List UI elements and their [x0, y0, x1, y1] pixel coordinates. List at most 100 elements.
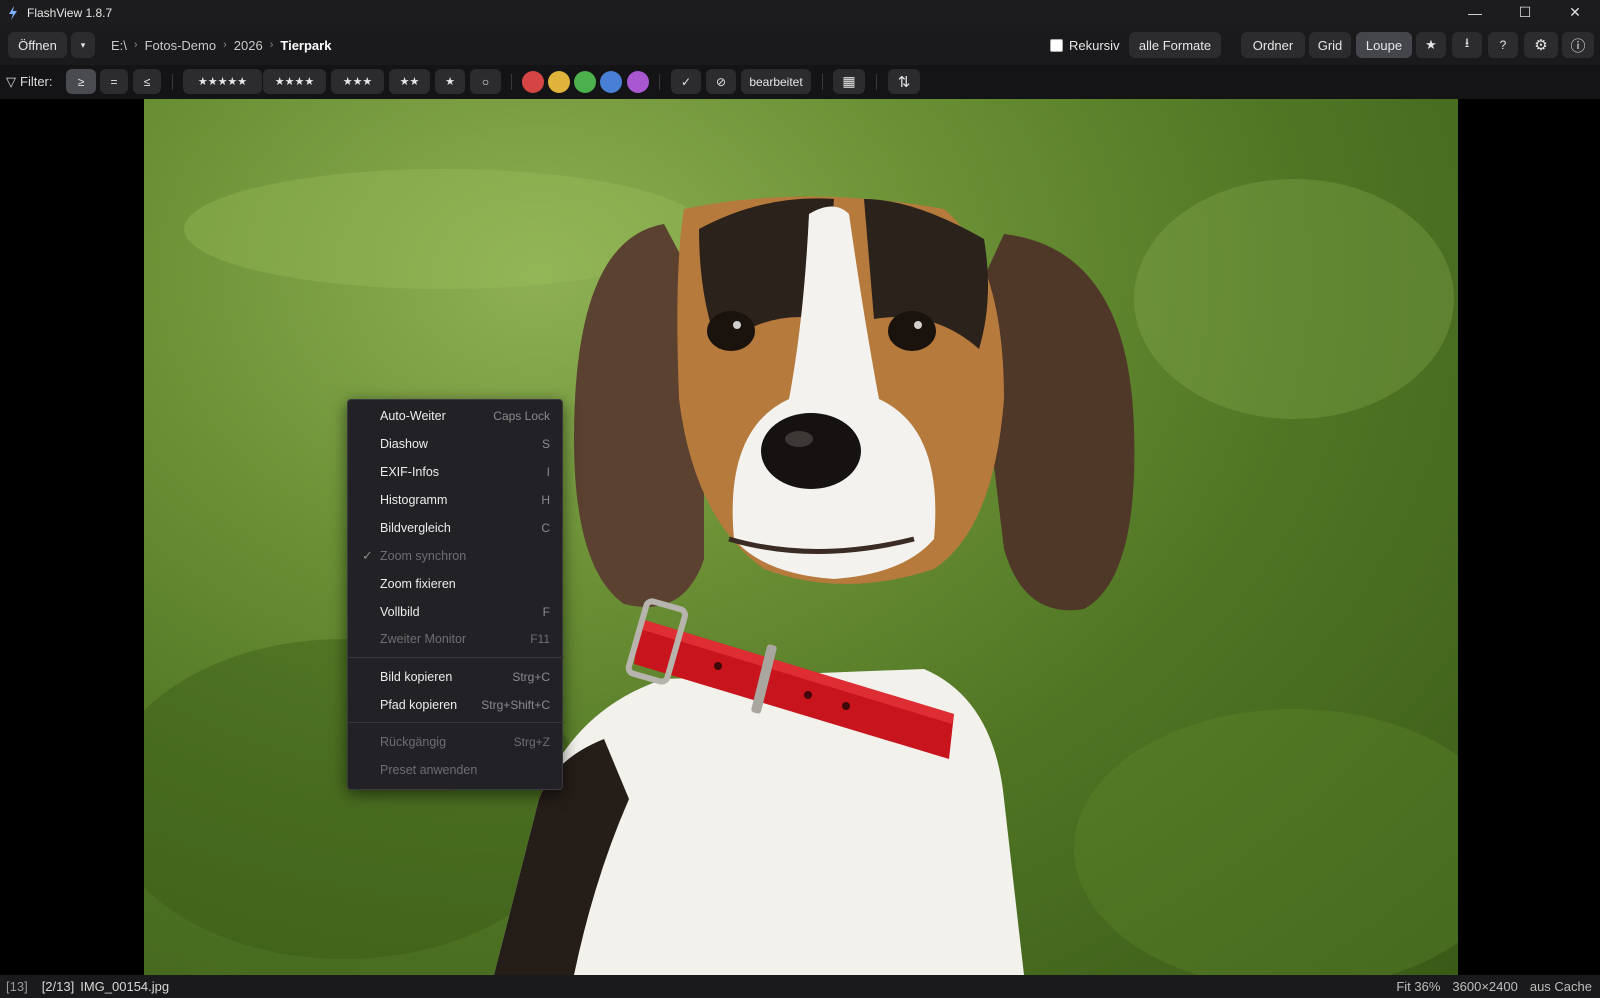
filter-label-text: Filter: — [20, 74, 53, 89]
menu-item-diashow[interactable]: Diashow S — [348, 430, 564, 458]
menu-item-shortcut: H — [541, 493, 550, 507]
menu-item-label: Zweiter Monitor — [380, 632, 467, 646]
breadcrumb-item-current[interactable]: Tierpark — [280, 38, 331, 53]
menu-item-bildvergleich[interactable]: Bildvergleich C — [348, 514, 564, 542]
color-label-red[interactable] — [522, 71, 544, 93]
divider — [172, 74, 173, 90]
filter-1-star-button[interactable]: ★ — [435, 69, 465, 94]
breadcrumb-item-fotos-demo[interactable]: Fotos-Demo — [145, 38, 217, 53]
zoom-level: Fit 36% — [1396, 979, 1441, 994]
cache-status: aus Cache — [1529, 979, 1592, 994]
help-icon[interactable]: ? — [1488, 32, 1518, 58]
menu-item-shortcut: Strg+Z — [513, 735, 550, 749]
menu-item-zoom-fixieren[interactable]: Zoom fixieren — [348, 570, 564, 598]
filter-3-stars-button[interactable]: ★★★ — [331, 69, 384, 94]
window-title: FlashView 1.8.7 — [27, 5, 113, 20]
menu-item-shortcut: S — [541, 437, 550, 451]
file-name: IMG_00154.jpg — [80, 979, 170, 994]
menu-item-pfad-kopieren[interactable]: Pfad kopieren Strg+Shift+C — [348, 691, 564, 719]
checkmark-icon: ✓ — [362, 548, 373, 563]
menu-item-label: Rückgängig — [380, 735, 447, 749]
color-label-purple[interactable] — [627, 71, 649, 93]
filter-bar: ▽ Filter: ≥ = ≤ ★★★★★ ★★★★ ★★★ ★★ ★ ○ ✓ … — [0, 65, 1600, 99]
context-menu: Auto-Weiter Caps Lock Diashow S EXIF-Inf… — [347, 399, 564, 790]
menu-item-shortcut: Caps Lock — [493, 409, 550, 423]
menu-item-label: EXIF-Infos — [380, 465, 440, 479]
filter-2-stars-button[interactable]: ★★ — [389, 69, 430, 94]
color-label-yellow[interactable] — [548, 71, 570, 93]
calendar-icon[interactable]: ▦ — [833, 69, 865, 94]
breadcrumb-separator-icon: › — [269, 39, 274, 51]
color-label-blue[interactable] — [600, 71, 622, 93]
divider — [822, 74, 823, 90]
open-dropdown-button[interactable]: ▾ — [71, 32, 95, 58]
menu-item-bild-kopieren[interactable]: Bild kopieren Strg+C — [348, 663, 564, 691]
open-button[interactable]: Öffnen — [8, 32, 67, 58]
filter-unrated-button[interactable]: ○ — [470, 69, 501, 94]
divider — [659, 74, 660, 90]
minimize-button[interactable]: — — [1450, 0, 1500, 25]
breadcrumb-separator-icon: › — [133, 39, 138, 51]
recursive-checkbox[interactable] — [1050, 38, 1063, 52]
menu-item-rueckgaengig[interactable]: Rückgängig Strg+Z — [348, 728, 564, 756]
close-button[interactable]: ✕ — [1550, 0, 1600, 25]
image-viewer[interactable]: Auto-Weiter Caps Lock Diashow S EXIF-Inf… — [0, 99, 1600, 975]
breadcrumb-separator-icon: › — [223, 39, 227, 51]
view-grid-button[interactable]: Grid — [1309, 32, 1351, 58]
menu-separator — [348, 722, 564, 723]
menu-item-exif-infos[interactable]: EXIF-Infos I — [348, 458, 564, 486]
image-position: [2/13] — [41, 979, 75, 994]
menu-item-vollbild[interactable]: Vollbild F — [348, 598, 564, 626]
filter-compare-eq-button[interactable]: = — [100, 69, 128, 94]
photo-beagle[interactable] — [144, 99, 1458, 975]
menu-item-label: Pfad kopieren — [380, 698, 458, 712]
download-icon[interactable]: ⭳ — [1452, 32, 1482, 58]
menu-item-shortcut: F — [542, 605, 550, 619]
formats-button[interactable]: alle Formate — [1129, 32, 1221, 58]
recursive-toggle[interactable]: Rekursiv — [1050, 32, 1120, 58]
breadcrumb-item-2026[interactable]: 2026 — [234, 38, 263, 53]
edited-filter-button[interactable]: bearbeitet — [741, 69, 811, 94]
total-count: [13] — [6, 979, 28, 994]
color-label-green[interactable] — [574, 71, 596, 93]
menu-item-shortcut: Strg+Shift+C — [481, 698, 550, 712]
breadcrumb: E:\ › Fotos-Demo › 2026 › Tierpark — [111, 32, 331, 58]
breadcrumb-item-drive[interactable]: E:\ — [111, 38, 127, 53]
divider — [511, 74, 512, 90]
status-bar: [13] [2/13] IMG_00154.jpg Fit 36% 3600×2… — [0, 975, 1600, 998]
menu-separator — [348, 657, 564, 658]
menu-item-zoom-synchron[interactable]: ✓ Zoom synchron — [348, 542, 564, 570]
menu-item-label: Zoom fixieren — [380, 577, 456, 591]
filter-5-stars-button[interactable]: ★★★★★ — [183, 69, 262, 94]
menu-item-label: Histogramm — [380, 493, 448, 507]
info-panel-icon[interactable]: ⓘ — [1562, 32, 1594, 58]
menu-item-label: Vollbild — [380, 605, 420, 619]
menu-item-auto-weiter[interactable]: Auto-Weiter Caps Lock — [348, 402, 564, 430]
maximize-button[interactable]: ☐ — [1500, 0, 1550, 25]
image-dimensions: 3600×2400 — [1452, 979, 1518, 994]
app-logo-icon — [7, 5, 19, 20]
star-icon[interactable]: ★ — [1416, 32, 1446, 58]
main-toolbar: Öffnen ▾ E:\ › Fotos-Demo › 2026 › Tierp… — [0, 25, 1600, 65]
menu-item-shortcut: F11 — [530, 632, 550, 646]
filter-4-stars-button[interactable]: ★★★★ — [263, 69, 326, 94]
filter-compare-le-button[interactable]: ≤ — [133, 69, 161, 94]
menu-item-label: Zoom synchron — [380, 549, 467, 563]
menu-item-shortcut: C — [541, 521, 550, 535]
sort-icon[interactable]: ⇅ — [888, 69, 920, 94]
rejected-icon[interactable]: ⊘ — [706, 69, 736, 94]
view-loupe-button[interactable]: Loupe — [1356, 32, 1412, 58]
view-ordner-button[interactable]: Ordner — [1241, 32, 1305, 58]
funnel-icon: ▽ — [6, 73, 16, 89]
picked-check-icon[interactable]: ✓ — [671, 69, 701, 94]
menu-item-label: Diashow — [380, 437, 428, 451]
menu-item-shortcut: I — [546, 465, 550, 479]
recursive-label: Rekursiv — [1069, 37, 1120, 53]
menu-item-zweiter-monitor[interactable]: Zweiter Monitor F11 — [348, 625, 564, 653]
settings-gear-icon[interactable]: ⚙ — [1524, 32, 1558, 58]
menu-item-label: Preset anwenden — [380, 763, 478, 777]
menu-item-label: Bildvergleich — [380, 521, 451, 535]
filter-compare-ge-button[interactable]: ≥ — [66, 69, 96, 94]
menu-item-preset-anwenden[interactable]: Preset anwenden — [348, 756, 564, 784]
menu-item-histogramm[interactable]: Histogramm H — [348, 486, 564, 514]
